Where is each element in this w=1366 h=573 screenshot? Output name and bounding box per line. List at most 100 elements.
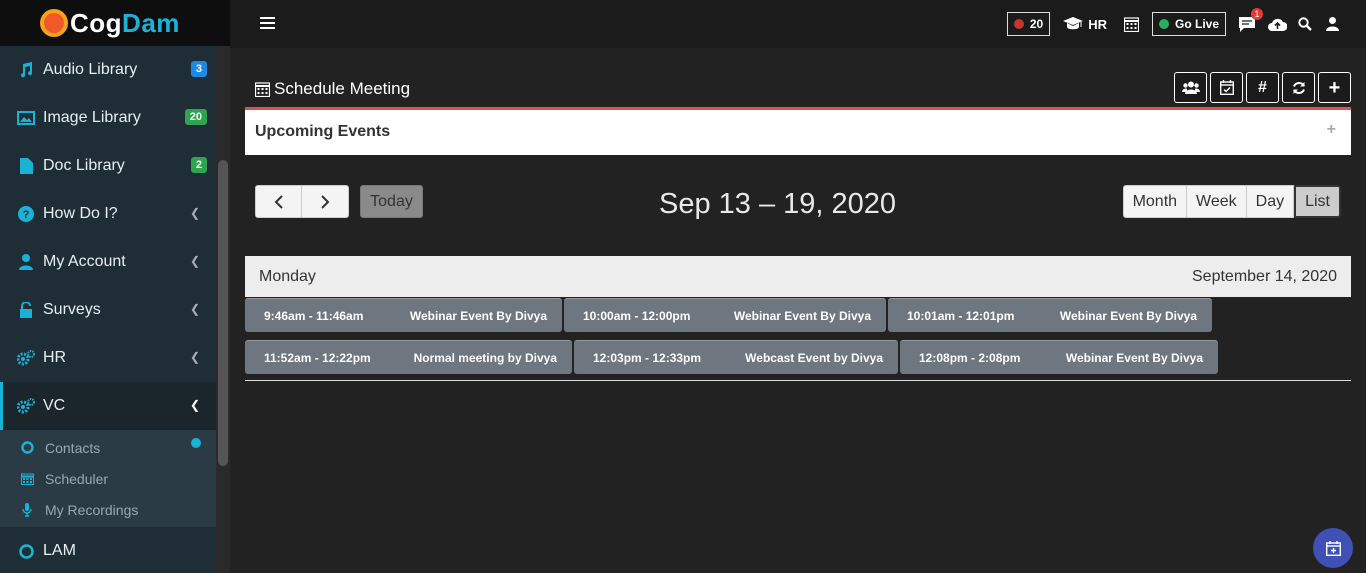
- calendar-check-icon: [1219, 80, 1234, 95]
- upcoming-events-panel: Upcoming Events +: [245, 107, 1351, 155]
- sidebar-item-label: LAM: [43, 542, 76, 559]
- add-event-button[interactable]: +: [1318, 72, 1351, 103]
- refresh-button[interactable]: [1282, 72, 1315, 103]
- event-item[interactable]: 12:03pm - 12:33pm Webcast Event by Divya: [574, 340, 898, 374]
- logo[interactable]: CogDam: [0, 0, 230, 46]
- participants-button[interactable]: [1174, 72, 1207, 103]
- toolbar: # +: [1171, 72, 1351, 103]
- calendar-plus-icon: [1325, 540, 1341, 556]
- unlock-icon: [17, 301, 35, 319]
- svg-text:?: ?: [23, 209, 30, 221]
- user-icon: [17, 253, 35, 271]
- topbar: 20 HR Go Live 1: [230, 0, 1366, 48]
- submenu-item-label: Scheduler: [45, 470, 109, 487]
- chevron-down-icon: ❮: [189, 398, 200, 412]
- sidebar-item-how-do-i[interactable]: ? How Do I? ❮: [0, 190, 216, 238]
- sidebar-item-label: How Do I?: [43, 205, 118, 222]
- count-badge: 20: [184, 109, 207, 125]
- sidebar-item-label: Audio Library: [43, 61, 138, 78]
- event-item[interactable]: 10:01am - 12:01pm Webinar Event By Divya: [888, 298, 1212, 332]
- event-item[interactable]: 9:46am - 11:46am Webinar Event By Divya: [245, 298, 562, 332]
- calendar-check-button[interactable]: [1210, 72, 1243, 103]
- sidebar-item-surveys[interactable]: Surveys ❮: [0, 286, 216, 334]
- event-title: Normal meeting by Divya: [413, 350, 557, 365]
- music-icon: [17, 61, 35, 79]
- sidebar-item-label: VC: [43, 397, 66, 414]
- event-title: Webinar Event By Divya: [409, 308, 547, 323]
- graduation-cap-icon[interactable]: [1063, 17, 1084, 31]
- submenu-item-my-recordings[interactable]: My Recordings: [0, 494, 216, 525]
- sidebar-item-label: Doc Library: [43, 157, 125, 174]
- sidebar-item-image-library[interactable]: Image Library 20: [0, 94, 216, 142]
- event-time: 12:08pm - 2:08pm: [919, 350, 1021, 365]
- event-time: 10:00am - 12:00pm: [583, 308, 691, 323]
- sidebar-item-hr[interactable]: HR ❮: [0, 334, 216, 382]
- sidebar-item-vc[interactable]: VC ❮: [0, 382, 216, 430]
- day-header: Monday September 14, 2020: [245, 256, 1351, 297]
- submenu-item-scheduler[interactable]: Scheduler: [0, 463, 216, 494]
- sidebar: CogDam Audio Library 3 Image Library 20 …: [0, 0, 230, 573]
- view-month-button[interactable]: Month: [1122, 185, 1188, 218]
- calendar-range-title: Sep 13 – 19, 2020: [659, 188, 897, 220]
- events-row: 9:46am - 11:46am Webinar Event By Divya …: [245, 298, 1214, 332]
- divider: [245, 380, 1351, 381]
- sidebar-item-label: Surveys: [43, 301, 101, 318]
- day-name: Monday: [259, 267, 316, 285]
- question-icon: ?: [17, 205, 35, 223]
- event-title: Webinar Event By Divya: [1059, 308, 1197, 323]
- file-icon: [17, 157, 35, 175]
- go-live-button[interactable]: Go Live: [1151, 12, 1226, 36]
- chevron-left-icon: ❮: [189, 350, 200, 364]
- hashtag-icon: #: [1258, 78, 1267, 96]
- refresh-icon: [1292, 81, 1305, 94]
- today-button[interactable]: Today: [360, 185, 423, 218]
- calendar-icon: [20, 472, 34, 485]
- add-calendar-fab[interactable]: [1313, 528, 1353, 568]
- hr-link[interactable]: HR: [1088, 17, 1107, 32]
- submenu-item-contacts[interactable]: Contacts: [0, 432, 216, 463]
- count-badge: 2: [190, 157, 207, 173]
- sidebar-item-label: HR: [43, 349, 67, 366]
- sidebar-item-label: Image Library: [43, 109, 141, 126]
- cloud-upload-icon[interactable]: [1268, 17, 1287, 31]
- event-item[interactable]: 12:08pm - 2:08pm Webinar Event By Divya: [900, 340, 1218, 374]
- calendar-icon[interactable]: [1123, 16, 1139, 32]
- search-icon[interactable]: [1298, 17, 1312, 31]
- events-row: 11:52am - 12:22pm Normal meeting by Divy…: [245, 340, 1220, 374]
- next-button[interactable]: [302, 185, 349, 218]
- sidebar-item-label: My Account: [43, 253, 126, 270]
- event-item[interactable]: 10:00am - 12:00pm Webinar Event By Divya: [564, 298, 886, 332]
- submenu-item-label: My Recordings: [45, 501, 139, 518]
- event-time: 12:03pm - 12:33pm: [593, 350, 702, 365]
- event-time: 9:46am - 11:46am: [264, 308, 364, 323]
- sidebar-item-my-account[interactable]: My Account ❮: [0, 238, 216, 286]
- panel-title: Upcoming Events: [255, 123, 391, 140]
- record-count-value: 20: [1029, 17, 1044, 31]
- logo-icon: [40, 9, 68, 37]
- vc-submenu: Contacts Scheduler My Recordings: [0, 430, 216, 527]
- sidebar-item-lam[interactable]: LAM: [0, 527, 216, 573]
- chat-icon[interactable]: 1: [1239, 7, 1263, 32]
- page-title-text: Schedule Meeting: [274, 79, 411, 98]
- cogs-icon: [17, 397, 35, 415]
- day-date: September 14, 2020: [1192, 267, 1337, 285]
- image-icon: [17, 109, 35, 127]
- hashtag-button[interactable]: #: [1246, 72, 1279, 103]
- event-time: 10:01am - 12:01pm: [907, 308, 1015, 323]
- prev-button[interactable]: [255, 185, 302, 218]
- sidebar-item-audio-library[interactable]: Audio Library 3: [0, 46, 216, 94]
- event-time: 11:52am - 12:22pm: [264, 350, 371, 365]
- scrollbar-thumb[interactable]: [218, 160, 228, 466]
- users-icon: [1181, 81, 1200, 94]
- event-item[interactable]: 11:52am - 12:22pm Normal meeting by Divy…: [245, 340, 572, 374]
- expand-icon[interactable]: +: [1327, 121, 1336, 139]
- view-day-button[interactable]: Day: [1246, 185, 1295, 218]
- view-list-button[interactable]: List: [1294, 185, 1341, 218]
- record-count[interactable]: 20: [1006, 12, 1051, 36]
- submenu-item-label: Contacts: [45, 439, 101, 456]
- sidebar-item-doc-library[interactable]: Doc Library 2: [0, 142, 216, 190]
- menu-toggle-icon[interactable]: [260, 17, 275, 32]
- user-icon[interactable]: [1326, 17, 1339, 31]
- view-week-button[interactable]: Week: [1187, 185, 1247, 218]
- live-dot-icon: [1158, 19, 1169, 29]
